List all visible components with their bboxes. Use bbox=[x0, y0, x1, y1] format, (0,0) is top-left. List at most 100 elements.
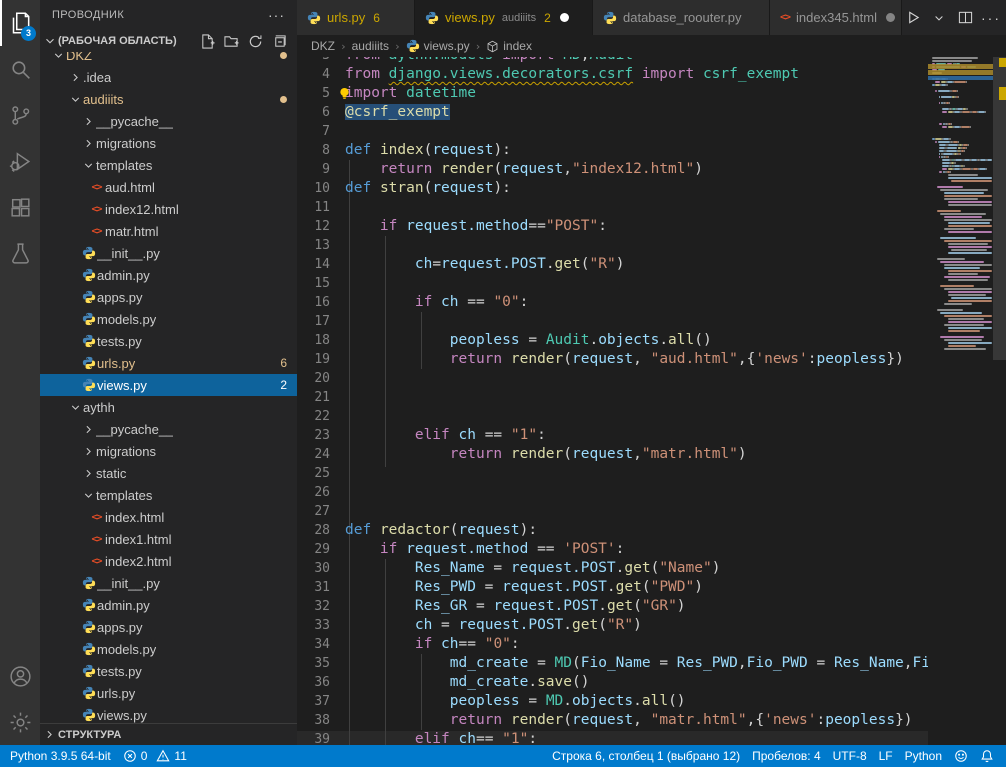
split-editor-icon[interactable] bbox=[954, 7, 976, 29]
code-line-9[interactable]: 9 return render(request,"index12.html") bbox=[297, 160, 928, 179]
scrollbar[interactable] bbox=[993, 57, 1006, 745]
new-folder-icon[interactable] bbox=[223, 33, 239, 49]
code-line-26[interactable]: 26 bbox=[297, 483, 928, 502]
tree-item-__pycache__[interactable]: __pycache__ bbox=[40, 110, 297, 132]
explorer-icon[interactable]: 3 bbox=[0, 0, 40, 46]
tree-item-static[interactable]: static bbox=[40, 462, 297, 484]
cursor-position[interactable]: Строка 6, столбец 1 (выбрано 12) bbox=[546, 745, 746, 767]
code-line-24[interactable]: 24 return render(request,"matr.html") bbox=[297, 445, 928, 464]
code-line-7[interactable]: 7 bbox=[297, 122, 928, 141]
code-line-10[interactable]: 10def stran(request): bbox=[297, 179, 928, 198]
code-editor[interactable]: 3from aythh.models import MD,Audit4from … bbox=[297, 57, 928, 745]
code-line-21[interactable]: 21 bbox=[297, 388, 928, 407]
tree-item-index.html[interactable]: <>index.html bbox=[40, 506, 297, 528]
tree-item-tests.py[interactable]: tests.py bbox=[40, 660, 297, 682]
tree-item-models.py[interactable]: models.py bbox=[40, 308, 297, 330]
code-line-17[interactable]: 17 bbox=[297, 312, 928, 331]
tree-item-views.py[interactable]: views.py2 bbox=[40, 374, 297, 396]
settings-gear-icon[interactable] bbox=[0, 699, 40, 745]
tree-item-DKZ[interactable]: DKZ bbox=[40, 52, 297, 66]
language-mode[interactable]: Python bbox=[899, 745, 948, 767]
tab-database_roouter.py[interactable]: database_roouter.py bbox=[593, 0, 770, 35]
code-line-19[interactable]: 19 return render(request, "aud.html",{'n… bbox=[297, 350, 928, 369]
tree-item-__init__.py[interactable]: __init__.py bbox=[40, 242, 297, 264]
tree-item-models.py[interactable]: models.py bbox=[40, 638, 297, 660]
views-more-actions-icon[interactable]: ··· bbox=[268, 7, 285, 23]
tab-index345.html[interactable]: <>index345.html bbox=[770, 0, 902, 35]
tree-item-views.py[interactable]: views.py bbox=[40, 704, 297, 724]
code-line-35[interactable]: 35 md_create = MD(Fio_Name = Res_PWD,Fio… bbox=[297, 654, 928, 673]
tree-item-migrations[interactable]: migrations bbox=[40, 132, 297, 154]
outline-section-header[interactable]: СТРУКТУРА bbox=[40, 723, 297, 745]
code-line-5[interactable]: 5import datetime bbox=[297, 84, 928, 103]
code-line-18[interactable]: 18 peopless = Audit.objects.all() bbox=[297, 331, 928, 350]
tree-item-tests.py[interactable]: tests.py bbox=[40, 330, 297, 352]
tree-item-index12.html[interactable]: <>index12.html bbox=[40, 198, 297, 220]
code-line-39[interactable]: 39 elif ch== "1": bbox=[297, 730, 928, 745]
code-line-33[interactable]: 33 ch = request.POST.get("R") bbox=[297, 616, 928, 635]
tree-item-aud.html[interactable]: <>aud.html bbox=[40, 176, 297, 198]
code-line-6[interactable]: 6@csrf_exempt bbox=[297, 103, 928, 122]
tab-urls.py[interactable]: urls.py6 bbox=[297, 0, 415, 35]
code-line-36[interactable]: 36 md_create.save() bbox=[297, 673, 928, 692]
minimap[interactable] bbox=[928, 57, 993, 745]
run-debug-icon[interactable] bbox=[0, 138, 40, 184]
lightbulb-icon[interactable] bbox=[337, 86, 352, 107]
code-line-23[interactable]: 23 elif ch == "1": bbox=[297, 426, 928, 445]
code-line-12[interactable]: 12 if request.method=="POST": bbox=[297, 217, 928, 236]
indentation-setting[interactable]: Пробелов: 4 bbox=[746, 745, 827, 767]
python-interpreter[interactable]: Python 3.9.5 64-bit bbox=[4, 745, 117, 767]
code-line-34[interactable]: 34 if ch== "0": bbox=[297, 635, 928, 654]
code-line-13[interactable]: 13 bbox=[297, 236, 928, 255]
code-line-22[interactable]: 22 bbox=[297, 407, 928, 426]
code-line-29[interactable]: 29 if request.method == 'POST': bbox=[297, 540, 928, 559]
code-line-37[interactable]: 37 peopless = MD.objects.all() bbox=[297, 692, 928, 711]
extensions-icon[interactable] bbox=[0, 184, 40, 230]
tree-item-urls.py[interactable]: urls.py bbox=[40, 682, 297, 704]
collapse-all-icon[interactable] bbox=[271, 33, 287, 49]
breadcrumb-DKZ[interactable]: DKZ bbox=[311, 39, 335, 53]
code-line-31[interactable]: 31 Res_PWD = request.POST.get("PWD") bbox=[297, 578, 928, 597]
tree-item-index1.html[interactable]: <>index1.html bbox=[40, 528, 297, 550]
code-line-15[interactable]: 15 bbox=[297, 274, 928, 293]
tab-views.py[interactable]: views.pyaudiiits2 bbox=[415, 0, 593, 35]
problems-indicator[interactable]: 0 11 bbox=[117, 745, 193, 767]
breadcrumb-views.py[interactable]: views.py bbox=[406, 39, 470, 53]
tree-item-audiiits[interactable]: audiiits bbox=[40, 88, 297, 110]
tree-item-aythh[interactable]: aythh bbox=[40, 396, 297, 418]
code-line-25[interactable]: 25 bbox=[297, 464, 928, 483]
notifications-bell-icon[interactable] bbox=[974, 745, 1000, 767]
tree-item-urls.py[interactable]: urls.py6 bbox=[40, 352, 297, 374]
run-options-icon[interactable] bbox=[928, 7, 950, 29]
code-line-4[interactable]: 4from django.views.decorators.csrf impor… bbox=[297, 65, 928, 84]
tree-item-admin.py[interactable]: admin.py bbox=[40, 594, 297, 616]
code-line-30[interactable]: 30 Res_Name = request.POST.get("Name") bbox=[297, 559, 928, 578]
more-actions-icon[interactable]: ··· bbox=[980, 7, 1002, 29]
code-line-11[interactable]: 11 bbox=[297, 198, 928, 217]
code-line-28[interactable]: 28def redactor(request): bbox=[297, 521, 928, 540]
tree-item-templates[interactable]: templates bbox=[40, 154, 297, 176]
encoding-setting[interactable]: UTF-8 bbox=[827, 745, 873, 767]
code-line-32[interactable]: 32 Res_GR = request.POST.get("GR") bbox=[297, 597, 928, 616]
workspace-section-header[interactable]: (РАБОЧАЯ ОБЛАСТЬ) ... bbox=[40, 30, 297, 52]
code-line-8[interactable]: 8def index(request): bbox=[297, 141, 928, 160]
modified-dot-icon[interactable] bbox=[886, 13, 895, 22]
code-line-16[interactable]: 16 if ch == "0": bbox=[297, 293, 928, 312]
refresh-icon[interactable] bbox=[247, 33, 263, 49]
code-line-3[interactable]: 3from aythh.models import MD,Audit bbox=[297, 57, 928, 65]
tree-item-__init__.py[interactable]: __init__.py bbox=[40, 572, 297, 594]
tree-item-templates[interactable]: templates bbox=[40, 484, 297, 506]
new-file-icon[interactable] bbox=[199, 33, 215, 49]
code-line-14[interactable]: 14 ch=request.POST.get("R") bbox=[297, 255, 928, 274]
tree-item-apps.py[interactable]: apps.py bbox=[40, 286, 297, 308]
tree-item-matr.html[interactable]: <>matr.html bbox=[40, 220, 297, 242]
code-line-27[interactable]: 27 bbox=[297, 502, 928, 521]
tree-item-__pycache__[interactable]: __pycache__ bbox=[40, 418, 297, 440]
feedback-icon[interactable] bbox=[948, 745, 974, 767]
tree-item-index2.html[interactable]: <>index2.html bbox=[40, 550, 297, 572]
accounts-icon[interactable] bbox=[0, 653, 40, 699]
code-line-38[interactable]: 38 return render(request, "matr.html",{'… bbox=[297, 711, 928, 730]
tree-item-admin.py[interactable]: admin.py bbox=[40, 264, 297, 286]
breadcrumb-audiiits[interactable]: audiiits bbox=[352, 39, 389, 53]
modified-dot-icon[interactable] bbox=[560, 13, 569, 22]
